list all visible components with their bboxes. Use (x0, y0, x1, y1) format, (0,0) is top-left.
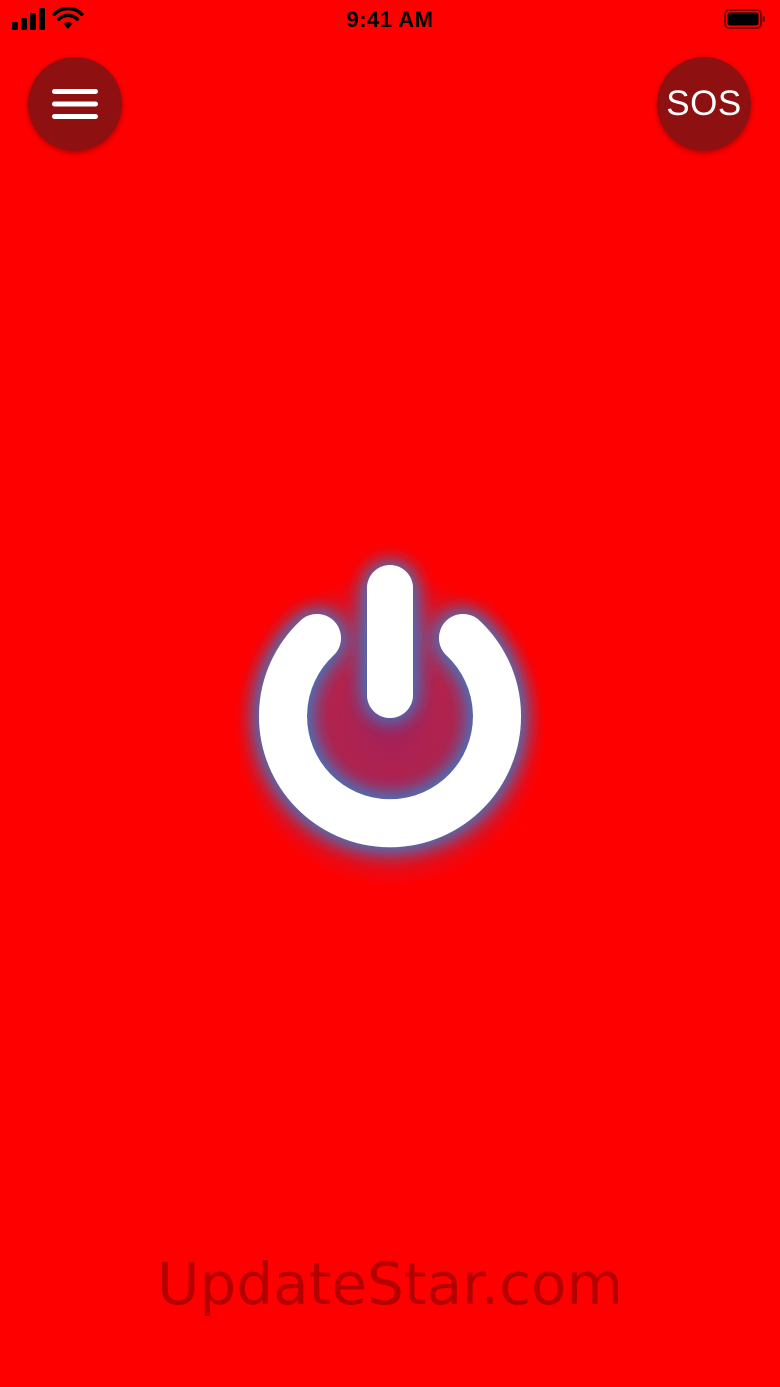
hamburger-menu-icon (52, 89, 98, 119)
battery-icon (724, 9, 765, 29)
watermark-text: UpdateStar.com (157, 1250, 623, 1318)
sos-label: SOS (666, 84, 742, 123)
status-bar: 9:41 AM (0, 0, 780, 40)
app-screen: 9:41 AM SOS UpdateStar.com (0, 0, 780, 1387)
menu-button[interactable] (28, 57, 122, 151)
power-button[interactable] (190, 520, 590, 920)
power-icon (259, 565, 521, 848)
status-time: 9:41 AM (346, 7, 434, 32)
sos-button[interactable]: SOS (657, 57, 751, 151)
